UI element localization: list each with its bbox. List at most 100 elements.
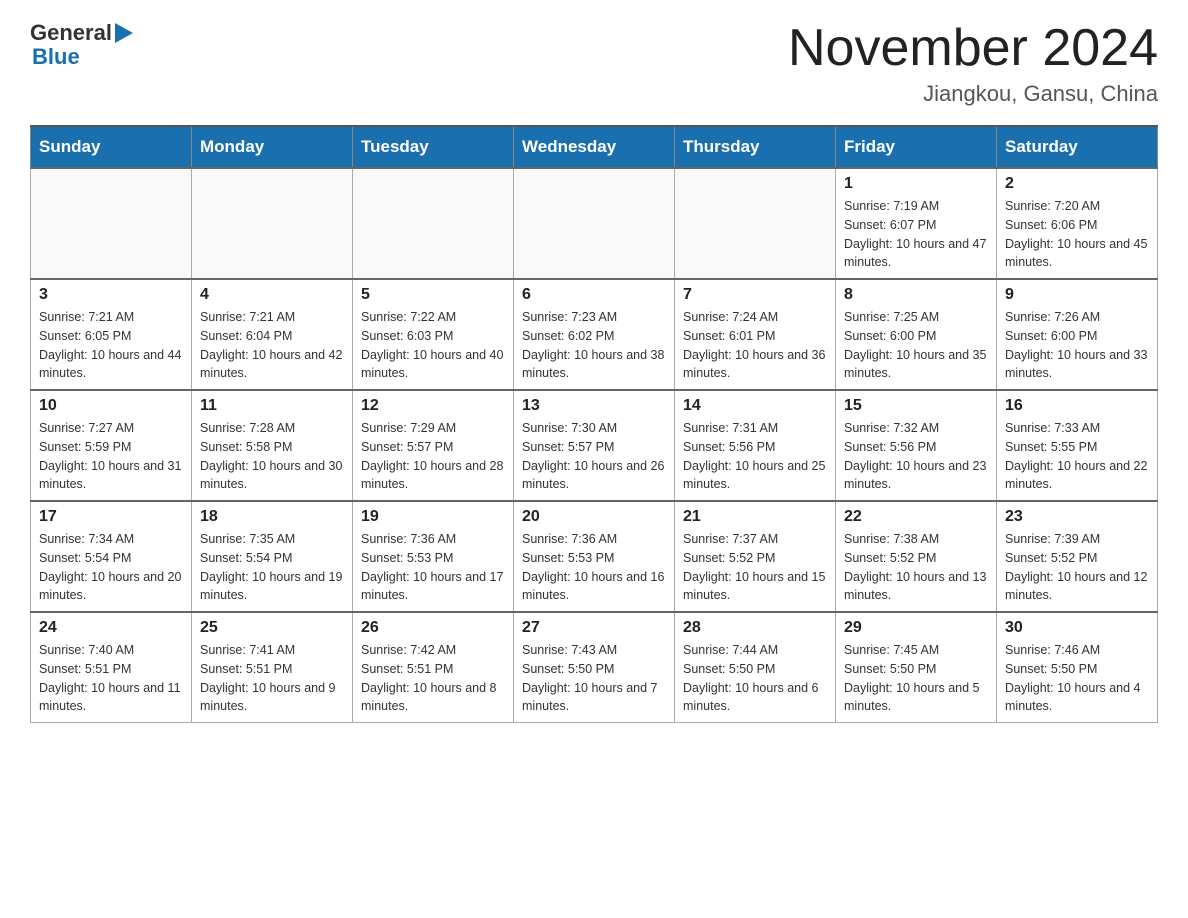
day-number: 20	[522, 508, 666, 526]
calendar-cell: 25 Sunrise: 7:41 AMSunset: 5:51 PMDayligh…	[192, 612, 353, 723]
calendar-cell	[353, 168, 514, 279]
day-number: 12	[361, 397, 505, 415]
day-number: 5	[361, 286, 505, 304]
day-number: 30	[1005, 619, 1149, 637]
day-info: Sunrise: 7:37 AMSunset: 5:52 PMDaylight:…	[683, 530, 827, 605]
day-info: Sunrise: 7:35 AMSunset: 5:54 PMDaylight:…	[200, 530, 344, 605]
day-number: 16	[1005, 397, 1149, 415]
day-info: Sunrise: 7:44 AMSunset: 5:50 PMDaylight:…	[683, 641, 827, 716]
day-info: Sunrise: 7:41 AMSunset: 5:51 PMDaylight:…	[200, 641, 344, 716]
day-number: 26	[361, 619, 505, 637]
day-info: Sunrise: 7:31 AMSunset: 5:56 PMDaylight:…	[683, 419, 827, 494]
day-number: 24	[39, 619, 183, 637]
day-number: 29	[844, 619, 988, 637]
day-number: 7	[683, 286, 827, 304]
day-info: Sunrise: 7:45 AMSunset: 5:50 PMDaylight:…	[844, 641, 988, 716]
day-number: 4	[200, 286, 344, 304]
day-number: 19	[361, 508, 505, 526]
weekday-header-sunday: Sunday	[31, 126, 192, 168]
calendar-table: SundayMondayTuesdayWednesdayThursdayFrid…	[30, 125, 1158, 723]
calendar-cell: 9Sunrise: 7:26 AMSunset: 6:00 PMDaylight…	[997, 279, 1158, 390]
day-number: 1	[844, 175, 988, 193]
week-row-1: 1 Sunrise: 7:19 AMSunset: 6:07 PMDaylight…	[31, 168, 1158, 279]
weekday-header-row: SundayMondayTuesdayWednesdayThursdayFrid…	[31, 126, 1158, 168]
day-number: 23	[1005, 508, 1149, 526]
week-row-5: 24 Sunrise: 7:40 AMSunset: 5:51 PMDayligh…	[31, 612, 1158, 723]
day-number: 2	[1005, 175, 1149, 193]
day-info: Sunrise: 7:23 AMSunset: 6:02 PMDaylight:…	[522, 308, 666, 383]
weekday-header-tuesday: Tuesday	[353, 126, 514, 168]
day-info: Sunrise: 7:36 AMSunset: 5:53 PMDaylight:…	[522, 530, 666, 605]
calendar-cell	[31, 168, 192, 279]
day-info: Sunrise: 7:33 AMSunset: 5:55 PMDaylight:…	[1005, 419, 1149, 494]
calendar-cell: 19 Sunrise: 7:36 AMSunset: 5:53 PMDayligh…	[353, 501, 514, 612]
day-number: 15	[844, 397, 988, 415]
day-number: 11	[200, 397, 344, 415]
day-info: Sunrise: 7:36 AMSunset: 5:53 PMDaylight:…	[361, 530, 505, 605]
day-info: Sunrise: 7:27 AMSunset: 5:59 PMDaylight:…	[39, 419, 183, 494]
month-title: November 2024	[788, 20, 1158, 77]
day-info: Sunrise: 7:25 AMSunset: 6:00 PMDaylight:…	[844, 308, 988, 383]
day-info: Sunrise: 7:21 AMSunset: 6:04 PMDaylight:…	[200, 308, 344, 383]
calendar-cell	[192, 168, 353, 279]
calendar-cell	[675, 168, 836, 279]
calendar-cell: 10 Sunrise: 7:27 AMSunset: 5:59 PMDayligh…	[31, 390, 192, 501]
day-info: Sunrise: 7:29 AMSunset: 5:57 PMDaylight:…	[361, 419, 505, 494]
day-number: 18	[200, 508, 344, 526]
calendar-cell: 23 Sunrise: 7:39 AMSunset: 5:52 PMDayligh…	[997, 501, 1158, 612]
weekday-header-friday: Friday	[836, 126, 997, 168]
calendar-cell: 22 Sunrise: 7:38 AMSunset: 5:52 PMDayligh…	[836, 501, 997, 612]
calendar-cell: 16 Sunrise: 7:33 AMSunset: 5:55 PMDayligh…	[997, 390, 1158, 501]
day-info: Sunrise: 7:30 AMSunset: 5:57 PMDaylight:…	[522, 419, 666, 494]
weekday-header-thursday: Thursday	[675, 126, 836, 168]
day-info: Sunrise: 7:34 AMSunset: 5:54 PMDaylight:…	[39, 530, 183, 605]
day-number: 17	[39, 508, 183, 526]
calendar-header: SundayMondayTuesdayWednesdayThursdayFrid…	[31, 126, 1158, 168]
calendar-cell: 14Sunrise: 7:31 AMSunset: 5:56 PMDayligh…	[675, 390, 836, 501]
day-info: Sunrise: 7:19 AMSunset: 6:07 PMDaylight:…	[844, 197, 988, 272]
calendar-cell: 15Sunrise: 7:32 AMSunset: 5:56 PMDayligh…	[836, 390, 997, 501]
week-row-4: 17 Sunrise: 7:34 AMSunset: 5:54 PMDayligh…	[31, 501, 1158, 612]
week-row-2: 3 Sunrise: 7:21 AMSunset: 6:05 PMDaylight…	[31, 279, 1158, 390]
calendar-cell: 11 Sunrise: 7:28 AMSunset: 5:58 PMDayligh…	[192, 390, 353, 501]
day-info: Sunrise: 7:42 AMSunset: 5:51 PMDaylight:…	[361, 641, 505, 716]
logo-general-text: General	[30, 20, 112, 46]
weekday-header-saturday: Saturday	[997, 126, 1158, 168]
day-number: 28	[683, 619, 827, 637]
calendar-cell: 6 Sunrise: 7:23 AMSunset: 6:02 PMDaylight…	[514, 279, 675, 390]
day-number: 27	[522, 619, 666, 637]
calendar-cell: 4 Sunrise: 7:21 AMSunset: 6:04 PMDaylight…	[192, 279, 353, 390]
week-row-3: 10 Sunrise: 7:27 AMSunset: 5:59 PMDayligh…	[31, 390, 1158, 501]
calendar-cell: 17 Sunrise: 7:34 AMSunset: 5:54 PMDayligh…	[31, 501, 192, 612]
calendar-cell: 18 Sunrise: 7:35 AMSunset: 5:54 PMDayligh…	[192, 501, 353, 612]
logo-area: General Blue	[30, 20, 136, 70]
calendar-cell: 7 Sunrise: 7:24 AMSunset: 6:01 PMDaylight…	[675, 279, 836, 390]
logo-blue-text: Blue	[32, 44, 80, 69]
day-number: 13	[522, 397, 666, 415]
calendar-body: 1 Sunrise: 7:19 AMSunset: 6:07 PMDaylight…	[31, 168, 1158, 723]
logo: General	[30, 20, 136, 46]
calendar-cell: 27 Sunrise: 7:43 AMSunset: 5:50 PMDayligh…	[514, 612, 675, 723]
day-info: Sunrise: 7:38 AMSunset: 5:52 PMDaylight:…	[844, 530, 988, 605]
day-number: 3	[39, 286, 183, 304]
day-number: 6	[522, 286, 666, 304]
calendar-cell: 13 Sunrise: 7:30 AMSunset: 5:57 PMDayligh…	[514, 390, 675, 501]
day-info: Sunrise: 7:40 AMSunset: 5:51 PMDaylight:…	[39, 641, 183, 716]
day-number: 22	[844, 508, 988, 526]
day-number: 10	[39, 397, 183, 415]
day-info: Sunrise: 7:20 AMSunset: 6:06 PMDaylight:…	[1005, 197, 1149, 272]
calendar-cell: 12 Sunrise: 7:29 AMSunset: 5:57 PMDayligh…	[353, 390, 514, 501]
day-info: Sunrise: 7:21 AMSunset: 6:05 PMDaylight:…	[39, 308, 183, 383]
day-number: 8	[844, 286, 988, 304]
weekday-header-monday: Monday	[192, 126, 353, 168]
day-info: Sunrise: 7:43 AMSunset: 5:50 PMDaylight:…	[522, 641, 666, 716]
day-info: Sunrise: 7:39 AMSunset: 5:52 PMDaylight:…	[1005, 530, 1149, 605]
day-number: 21	[683, 508, 827, 526]
calendar-cell: 26 Sunrise: 7:42 AMSunset: 5:51 PMDayligh…	[353, 612, 514, 723]
calendar-cell: 3 Sunrise: 7:21 AMSunset: 6:05 PMDaylight…	[31, 279, 192, 390]
calendar-cell: 28 Sunrise: 7:44 AMSunset: 5:50 PMDayligh…	[675, 612, 836, 723]
day-info: Sunrise: 7:24 AMSunset: 6:01 PMDaylight:…	[683, 308, 827, 383]
calendar-cell: 2 Sunrise: 7:20 AMSunset: 6:06 PMDaylight…	[997, 168, 1158, 279]
day-info: Sunrise: 7:28 AMSunset: 5:58 PMDaylight:…	[200, 419, 344, 494]
day-number: 25	[200, 619, 344, 637]
